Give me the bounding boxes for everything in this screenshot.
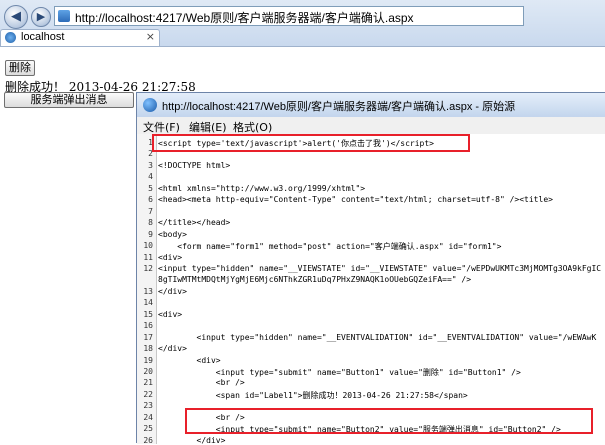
code-line: <form name="form1" method="post" action=…	[158, 242, 502, 252]
line-number: 2	[148, 149, 153, 159]
code-line: <html xmlns="http://www.w3.org/1999/xhtm…	[158, 183, 366, 193]
tab-close-icon[interactable]: ×	[146, 30, 155, 43]
line-number: 4	[148, 172, 153, 182]
line-number: 7	[148, 206, 153, 216]
line-number: 5	[148, 183, 153, 193]
line-number: 26	[143, 435, 153, 445]
line-number: 3	[148, 160, 153, 170]
address-bar[interactable]: http://localhost:4217/Web原则/客户端服务器端/客户端确…	[54, 6, 524, 26]
line-number: 14	[143, 298, 153, 308]
forward-arrow-icon: ▶	[36, 10, 46, 23]
code-line: 8gTIwMTMtMDQtMjYgMjE6Mjc6NThkZGR1uDq7PHx…	[158, 275, 472, 285]
menu-file[interactable]: 文件(F)	[143, 119, 180, 135]
line-number: 20	[143, 367, 153, 376]
menu-bar: 文件(F) 编辑(E) 格式(O)	[137, 117, 605, 135]
code-line: <div>	[158, 309, 183, 319]
window-title: http://localhost:4217/Web原则/客户端服务器端/客户端确…	[162, 101, 516, 113]
ie-logo-icon	[143, 98, 157, 112]
view-source-window: http://localhost:4217/Web原则/客户端服务器端/客户端确…	[136, 92, 605, 445]
line-number-gutter: 1 2 3 4 5 6 7 8 9 10 11 12 13 14 15 16 17 18 19 20 21 22 23 24 2…	[137, 134, 157, 445]
line-number: 21	[143, 378, 153, 388]
highlight-box-button2	[185, 408, 593, 435]
menu-edit[interactable]: 编辑(E)	[189, 119, 227, 135]
code-line: <input type="hidden" name="__VIEWSTATE" …	[158, 263, 602, 273]
line-number: 16	[143, 321, 153, 331]
line-number: 8	[148, 218, 153, 228]
line-number: 12	[143, 263, 153, 273]
back-arrow-icon: ◀	[11, 9, 21, 24]
browser-tab[interactable]: localhost ×	[0, 29, 160, 46]
code-line: </div>	[158, 435, 226, 445]
line-number: 25	[143, 424, 153, 434]
code-line: <input type="submit" name="Button1" valu…	[158, 368, 521, 377]
line-number: 11	[143, 252, 153, 262]
page-icon	[58, 10, 70, 22]
line-number: 17	[143, 332, 153, 342]
ie-globe-icon	[5, 32, 16, 43]
line-number: 10	[143, 241, 153, 251]
tab-title: localhost	[21, 31, 65, 43]
address-text: http://localhost:4217/Web原则/客户端服务器端/客户端确…	[75, 11, 414, 25]
line-number: 18	[143, 344, 153, 354]
line-number: 13	[143, 286, 153, 296]
code-line: <span id="Label1">删除成功！2013-04-26 21:27:…	[158, 390, 468, 400]
menu-format[interactable]: 格式(O)	[233, 119, 272, 135]
source-code-view[interactable]: 1 2 3 4 5 6 7 8 9 10 11 12 13 14 15 16 17 18 19 20 21 22 23 24 2…	[137, 134, 605, 445]
code-line: <input type="hidden" name="__EVENTVALIDA…	[158, 332, 597, 342]
server-alert-button[interactable]: 服务端弹出消息	[4, 92, 134, 108]
code-line: <body>	[158, 229, 187, 239]
code-line: </title></head>	[158, 218, 231, 228]
code-line: </div>	[158, 344, 187, 354]
delete-button[interactable]: 删除	[5, 60, 35, 76]
code-line: <div>	[158, 252, 183, 262]
window-titlebar[interactable]: http://localhost:4217/Web原则/客户端服务器端/客户端确…	[137, 93, 605, 117]
line-number: 24	[143, 412, 153, 422]
code-line: <!DOCTYPE html>	[158, 160, 231, 170]
highlight-box-script	[152, 134, 470, 152]
line-number: 6	[148, 195, 153, 205]
back-button[interactable]: ◀	[4, 5, 28, 29]
line-number: 23	[143, 401, 153, 411]
code-line: <br />	[158, 378, 245, 388]
forward-button[interactable]: ▶	[31, 7, 51, 27]
line-number: 22	[143, 389, 153, 399]
code-line: <head><meta http-equiv="Content-Type" co…	[158, 195, 553, 205]
browser-toolbar: ◀ ▶ http://localhost:4217/Web原则/客户端服务器端/…	[0, 0, 605, 47]
code-line: </div>	[158, 286, 187, 296]
code-line: <div>	[158, 355, 221, 365]
line-number: 1	[148, 138, 153, 147]
line-number: 15	[143, 309, 153, 319]
line-number: 19	[143, 355, 153, 365]
line-number: 9	[148, 229, 153, 239]
